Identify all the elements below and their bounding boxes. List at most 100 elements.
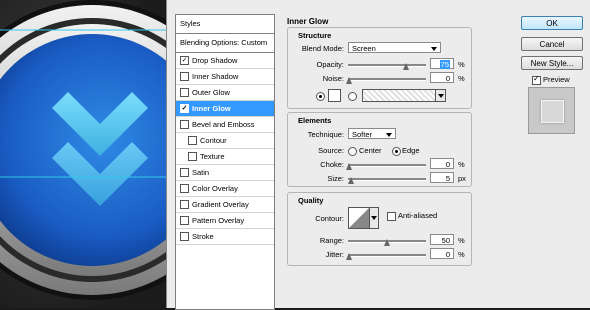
structure-group: Structure Blend Mode: Screen Opacity: 75… bbox=[287, 27, 472, 109]
gradient-dropdown-button[interactable] bbox=[435, 89, 446, 102]
blend-mode-value: Screen bbox=[352, 44, 376, 53]
opacity-unit: % bbox=[458, 60, 465, 69]
style-item-label: Drop Shadow bbox=[192, 56, 238, 65]
chevron-down-icon bbox=[371, 216, 377, 220]
anti-aliased-checkbox[interactable] bbox=[387, 212, 396, 221]
style-item-label: Contour bbox=[200, 136, 227, 145]
style-item-label: Bevel and Emboss bbox=[192, 120, 255, 129]
noise-input[interactable]: 0 bbox=[430, 72, 454, 83]
source-label: Source: bbox=[318, 146, 344, 155]
blend-mode-label: Blend Mode: bbox=[301, 44, 344, 53]
style-item-label: Gradient Overlay bbox=[192, 200, 249, 209]
technique-select[interactable]: Softer bbox=[348, 128, 396, 139]
checkmark-icon: ✓ bbox=[533, 74, 540, 83]
quality-title: Quality bbox=[298, 196, 324, 205]
jitter-slider-thumb[interactable] bbox=[346, 253, 352, 260]
style-item-checkbox[interactable] bbox=[180, 87, 189, 97]
style-item-label: Pattern Overlay bbox=[192, 216, 245, 225]
styles-list: Styles Blending Options: Custom ✓ Drop Sh… bbox=[175, 14, 275, 310]
range-slider-thumb[interactable] bbox=[384, 239, 390, 246]
ok-button[interactable]: OK bbox=[521, 16, 583, 30]
choke-unit: % bbox=[458, 160, 465, 169]
noise-slider[interactable] bbox=[348, 78, 426, 81]
opacity-slider-thumb[interactable] bbox=[403, 63, 409, 70]
noise-unit: % bbox=[458, 74, 465, 83]
size-slider-thumb[interactable] bbox=[348, 177, 354, 184]
cancel-button[interactable]: Cancel bbox=[521, 37, 583, 51]
elements-group: Elements Technique: Softer Source: Cente… bbox=[287, 112, 472, 187]
style-item[interactable]: Inner Shadow bbox=[176, 69, 274, 85]
opacity-input[interactable]: 75 bbox=[430, 58, 454, 69]
style-item-checkbox[interactable] bbox=[180, 231, 189, 241]
blend-mode-select[interactable]: Screen bbox=[348, 42, 441, 53]
chevron-down-icon bbox=[386, 133, 392, 137]
solid-color-radio[interactable] bbox=[316, 92, 325, 101]
jitter-slider[interactable] bbox=[348, 254, 426, 257]
source-edge-label: Edge bbox=[402, 146, 420, 155]
style-item-checkbox[interactable] bbox=[180, 71, 189, 81]
structure-title: Structure bbox=[298, 31, 332, 40]
opacity-slider[interactable] bbox=[348, 64, 426, 67]
gradient-radio[interactable] bbox=[348, 92, 357, 101]
style-item-checkbox[interactable] bbox=[180, 199, 189, 209]
quality-group: Quality Contour: Anti-aliased Range: 50 … bbox=[287, 192, 472, 266]
style-item-checkbox[interactable]: ✓ bbox=[180, 55, 189, 65]
size-slider[interactable] bbox=[348, 178, 426, 181]
choke-slider-thumb[interactable] bbox=[346, 163, 352, 170]
style-item[interactable]: Outer Glow bbox=[176, 85, 274, 101]
preview-checkbox[interactable]: ✓ bbox=[532, 74, 541, 85]
section-title: Inner Glow bbox=[287, 17, 329, 26]
gradient-picker[interactable] bbox=[362, 89, 446, 102]
jitter-unit: % bbox=[458, 250, 465, 259]
style-item-checkbox[interactable] bbox=[180, 183, 189, 193]
style-item-checkbox[interactable] bbox=[180, 119, 189, 129]
noise-slider-thumb[interactable] bbox=[346, 77, 352, 84]
styles-header[interactable]: Styles bbox=[176, 15, 274, 34]
range-input[interactable]: 50 bbox=[430, 234, 454, 245]
source-center-radio[interactable] bbox=[348, 147, 357, 156]
style-item-checkbox[interactable] bbox=[180, 215, 189, 225]
elements-title: Elements bbox=[298, 116, 332, 125]
choke-input[interactable]: 0 bbox=[430, 158, 454, 169]
anti-aliased-label: Anti-aliased bbox=[398, 211, 438, 220]
style-item-label: Texture bbox=[200, 152, 225, 161]
source-edge-radio[interactable] bbox=[392, 147, 401, 156]
size-input[interactable]: 5 bbox=[430, 172, 454, 183]
style-item-label: Inner Glow bbox=[192, 104, 231, 113]
style-item[interactable]: ✓ Drop Shadow bbox=[176, 53, 274, 69]
style-item-checkbox[interactable] bbox=[180, 167, 189, 177]
new-style-button[interactable]: New Style... bbox=[521, 56, 583, 70]
style-item[interactable]: Contour bbox=[176, 133, 274, 149]
glow-color-swatch[interactable] bbox=[328, 89, 341, 102]
choke-slider[interactable] bbox=[348, 164, 426, 167]
style-item-label: Satin bbox=[192, 168, 210, 177]
blending-options-item[interactable]: Blending Options: Custom bbox=[176, 34, 274, 53]
source-center-label: Center bbox=[359, 146, 382, 155]
contour-dropdown-button[interactable] bbox=[369, 207, 379, 229]
style-item[interactable]: ✓ Inner Glow bbox=[176, 101, 274, 117]
style-item-checkbox[interactable] bbox=[188, 151, 197, 161]
opacity-label: Opacity: bbox=[316, 60, 344, 69]
style-preview-swatch bbox=[528, 87, 575, 134]
style-item[interactable]: Color Overlay bbox=[176, 181, 274, 197]
canvas-artwork bbox=[0, 0, 166, 308]
preview-label: Preview bbox=[543, 75, 570, 84]
choke-label: Choke: bbox=[320, 160, 344, 169]
style-item[interactable]: Texture bbox=[176, 149, 274, 165]
style-item-checkbox[interactable] bbox=[188, 135, 197, 145]
style-item[interactable]: Gradient Overlay bbox=[176, 197, 274, 213]
jitter-label: Jitter: bbox=[325, 250, 344, 259]
style-item[interactable]: Bevel and Emboss bbox=[176, 117, 274, 133]
opacity-value: 75 bbox=[439, 60, 450, 69]
contour-picker[interactable] bbox=[348, 207, 370, 229]
jitter-input[interactable]: 0 bbox=[430, 248, 454, 259]
technique-label: Technique: bbox=[307, 130, 344, 139]
range-unit: % bbox=[458, 236, 465, 245]
technique-value: Softer bbox=[352, 130, 373, 139]
style-item[interactable]: Pattern Overlay bbox=[176, 213, 274, 229]
blue-chevron-button-artwork bbox=[0, 0, 166, 308]
style-item[interactable]: Satin bbox=[176, 165, 274, 181]
style-item[interactable]: Stroke bbox=[176, 229, 274, 245]
style-item-checkbox[interactable]: ✓ bbox=[180, 103, 189, 113]
contour-label: Contour: bbox=[315, 214, 344, 223]
